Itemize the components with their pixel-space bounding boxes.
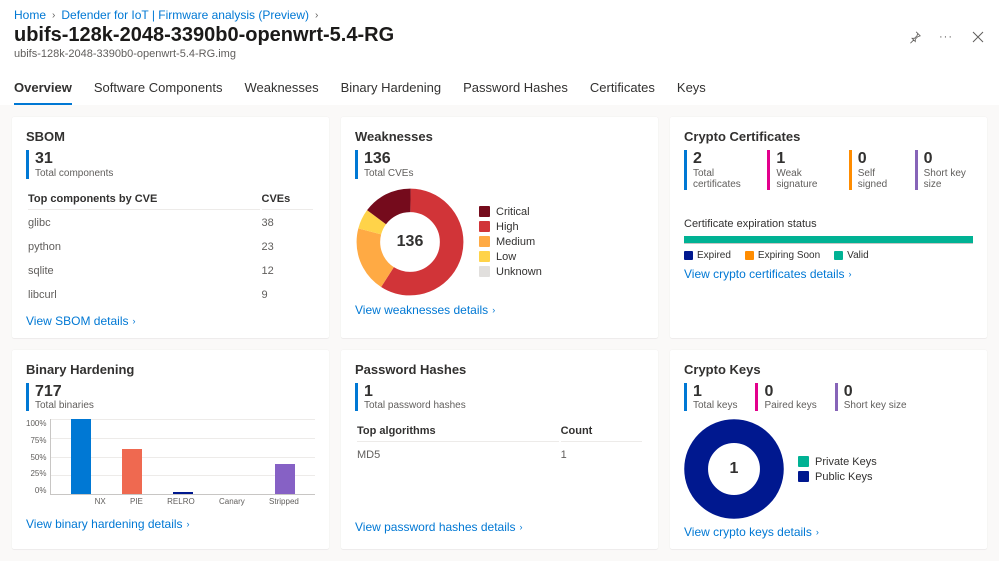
- weaknesses-total-label: Total CVEs: [364, 168, 413, 179]
- chevron-right-icon: ›: [52, 10, 55, 21]
- table-row: libcurl9: [28, 284, 313, 306]
- weaknesses-total-value: 136: [364, 150, 413, 168]
- chevron-right-icon: ›: [849, 269, 852, 279]
- swatch-private-keys: [798, 456, 809, 467]
- cert-expiration-title: Certificate expiration status: [684, 218, 973, 230]
- tab-software-components[interactable]: Software Components: [94, 74, 223, 105]
- table-row: python23: [28, 236, 313, 258]
- breadcrumb-parent[interactable]: Defender for IoT | Firmware analysis (Pr…: [61, 8, 309, 22]
- breadcrumb: Home › Defender for IoT | Firmware analy…: [14, 8, 985, 22]
- binary-total-label: Total binaries: [35, 400, 94, 411]
- view-weaknesses-details-link[interactable]: View weaknesses details›: [355, 303, 495, 317]
- table-row: glibc38: [28, 212, 313, 234]
- card-title: Crypto Certificates: [684, 129, 973, 144]
- tab-password-hashes[interactable]: Password Hashes: [463, 74, 568, 105]
- bar-pie: [122, 449, 142, 494]
- breadcrumb-home[interactable]: Home: [14, 8, 46, 22]
- close-icon[interactable]: [971, 30, 985, 44]
- bar-relro: [173, 492, 193, 494]
- tab-certificates[interactable]: Certificates: [590, 74, 655, 105]
- swatch-high: [479, 221, 490, 232]
- chevron-right-icon: ›: [133, 316, 136, 326]
- swatch-low: [479, 251, 490, 262]
- chevron-right-icon: ›: [816, 527, 819, 537]
- weaknesses-legend: Critical High Medium Low Unknown: [479, 203, 542, 281]
- binary-total-value: 717: [35, 383, 94, 401]
- password-col-count: Count: [561, 421, 642, 442]
- crypto-keys-legend: Private Keys Public Keys: [798, 453, 877, 486]
- swatch-valid: [834, 251, 843, 260]
- swatch-expiring-soon: [745, 251, 754, 260]
- tab-overview[interactable]: Overview: [14, 74, 72, 105]
- card-title: Password Hashes: [355, 362, 644, 377]
- view-password-hashes-details-link[interactable]: View password hashes details›: [355, 520, 523, 534]
- swatch-unknown: [479, 266, 490, 277]
- chevron-right-icon: ›: [492, 305, 495, 315]
- pin-icon[interactable]: [907, 30, 921, 44]
- tab-weaknesses[interactable]: Weaknesses: [244, 74, 318, 105]
- card-binary-hardening: Binary Hardening 717 Total binaries 100%…: [12, 350, 329, 550]
- card-crypto-certificates: Crypto Certificates 2Total certificates …: [670, 117, 987, 338]
- password-total-label: Total password hashes: [364, 400, 466, 411]
- view-crypto-certificates-details-link[interactable]: View crypto certificates details›: [684, 267, 852, 281]
- sbom-total-value: 31: [35, 150, 113, 168]
- table-row: MD5 1: [357, 444, 642, 466]
- crypto-keys-donut-chart: 1: [684, 419, 784, 519]
- card-password-hashes: Password Hashes 1 Total password hashes …: [341, 350, 658, 550]
- sbom-table: Top components by CVE CVEs glibc38 pytho…: [26, 187, 315, 308]
- sbom-col-cves: CVEs: [262, 189, 313, 210]
- view-crypto-keys-details-link[interactable]: View crypto keys details›: [684, 525, 819, 539]
- sbom-total-label: Total components: [35, 168, 113, 179]
- cert-expiration-legend: Expired Expiring Soon Valid: [684, 250, 973, 261]
- tab-bar: Overview Software Components Weaknesses …: [14, 74, 985, 105]
- card-crypto-keys: Crypto Keys 1Total keys 0Paired keys 0Sh…: [670, 350, 987, 550]
- weaknesses-donut-chart: 136: [355, 187, 465, 297]
- card-sbom: SBOM 31 Total components Top components …: [12, 117, 329, 338]
- card-weaknesses: Weaknesses 136 Total CVEs 136 Critical: [341, 117, 658, 338]
- card-title: SBOM: [26, 129, 315, 144]
- chevron-right-icon: ›: [315, 10, 318, 21]
- weaknesses-donut-center: 136: [397, 233, 424, 251]
- swatch-expired: [684, 251, 693, 260]
- card-title: Weaknesses: [355, 129, 644, 144]
- card-title: Binary Hardening: [26, 362, 315, 377]
- swatch-medium: [479, 236, 490, 247]
- card-title: Crypto Keys: [684, 362, 973, 377]
- password-col-alg: Top algorithms: [357, 421, 559, 442]
- binary-hardening-chart: 100% 75% 50% 25% 0%: [26, 419, 315, 511]
- bar-nx: [71, 419, 91, 494]
- view-sbom-details-link[interactable]: View SBOM details›: [26, 314, 136, 328]
- page-title: ubifs-128k-2048-3390b0-openwrt-5.4-RG: [14, 24, 394, 47]
- tab-binary-hardening[interactable]: Binary Hardening: [341, 74, 441, 105]
- swatch-critical: [479, 206, 490, 217]
- password-table: Top algorithms Count MD5 1: [355, 419, 644, 468]
- bar-stripped: [275, 464, 295, 494]
- table-row: sqlite12: [28, 260, 313, 282]
- page-subtitle: ubifs-128k-2048-3390b0-openwrt-5.4-RG.im…: [14, 48, 394, 60]
- chevron-right-icon: ›: [520, 522, 523, 532]
- sbom-col-name: Top components by CVE: [28, 189, 260, 210]
- view-binary-hardening-details-link[interactable]: View binary hardening details›: [26, 517, 190, 531]
- chevron-right-icon: ›: [187, 519, 190, 529]
- password-total-value: 1: [364, 383, 466, 401]
- tab-keys[interactable]: Keys: [677, 74, 706, 105]
- crypto-keys-donut-center: 1: [730, 460, 739, 478]
- cert-expiration-bar: [684, 236, 973, 244]
- more-icon[interactable]: ···: [939, 30, 953, 44]
- swatch-public-keys: [798, 471, 809, 482]
